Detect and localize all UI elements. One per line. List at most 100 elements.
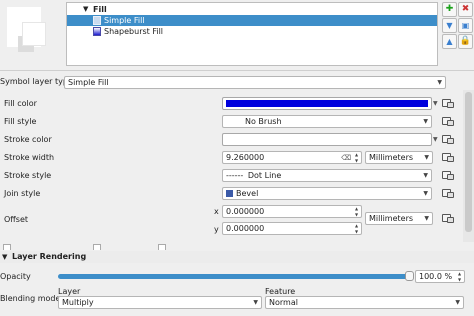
offset-y-label: y (214, 225, 219, 234)
chevron-down-icon: ▼ (437, 79, 442, 86)
tree-root-fill[interactable]: ▼ Fill (67, 4, 437, 15)
chevron-down-icon: ▼ (424, 154, 429, 161)
offset-y-spinbox[interactable]: 0.000000 ▲ ▼ (222, 222, 362, 235)
spin-value: 0.000000 (226, 224, 265, 233)
feature-blending-combo[interactable]: Normal ▼ (265, 296, 464, 309)
stroke-style-combo[interactable]: ------ Dot Line ▼ (222, 169, 432, 182)
properties-scrollbar[interactable] (463, 90, 474, 242)
divider (0, 70, 474, 71)
chevron-down-icon: ▼ (253, 299, 258, 306)
chevron-down-icon[interactable]: ▼ (433, 100, 438, 107)
data-defined-override-icon[interactable] (442, 213, 455, 224)
offset-unit-combo[interactable]: Millimeters ▼ (365, 212, 433, 225)
opacity-slider-handle[interactable] (405, 271, 414, 281)
arrow-down-icon: ▼ (446, 21, 453, 30)
chevron-down-icon: ▼ (423, 190, 428, 197)
duplicate-icon: ▣ (461, 21, 470, 30)
layer-blend-label: Layer (58, 287, 81, 296)
data-defined-override-icon[interactable] (442, 116, 455, 127)
combo-value: Millimeters (369, 214, 414, 223)
stroke-width-label: Stroke width (4, 153, 55, 162)
simple-fill-icon (93, 16, 101, 25)
spin-arrows-icon[interactable]: ▲ ▼ (353, 152, 360, 163)
move-down-button[interactable]: ▼ (442, 18, 457, 33)
combo-value: Multiply (62, 298, 94, 307)
duplicate-layer-button[interactable]: ▣ (458, 18, 473, 33)
remove-icon: ✖ (461, 4, 470, 14)
combo-value: No Brush (245, 117, 282, 126)
spin-value: 100.0 % (419, 272, 453, 281)
stroke-width-unit-combo[interactable]: Millimeters ▼ (365, 151, 433, 164)
spin-arrows-icon[interactable]: ▲ ▼ (353, 206, 360, 217)
stroke-style-label: Stroke style (4, 171, 52, 180)
fill-style-combo[interactable]: No Brush ▼ (222, 115, 432, 128)
symbol-layer-type-combo[interactable]: Simple Fill ▼ (64, 76, 446, 89)
join-style-combo[interactable]: Bevel ▼ (222, 187, 432, 200)
move-up-button[interactable]: ▲ (442, 34, 457, 49)
tree-item-simple-fill[interactable]: Simple Fill (67, 15, 437, 26)
opacity-spinbox[interactable]: 100.0 % ▲ ▼ (415, 270, 465, 283)
symbol-preview (0, 0, 64, 64)
data-defined-override-icon[interactable] (442, 98, 455, 109)
tree-item-label: Simple Fill (104, 16, 145, 25)
symbol-layer-tree[interactable]: ▼ Fill Simple Fill Shapeburst Fill (66, 2, 438, 66)
offset-x-spinbox[interactable]: 0.000000 ▲ ▼ (222, 205, 362, 218)
stroke-color-label: Stroke color (4, 135, 52, 144)
preview-symbol (22, 22, 46, 46)
fill-color-swatch (226, 100, 428, 107)
blending-mode-label: Blending mode (0, 294, 61, 303)
stroke-style-preview: ------ (226, 171, 244, 180)
stroke-color-button[interactable] (222, 133, 432, 146)
chevron-down-icon: ▼ (424, 215, 429, 222)
offset-x-label: x (214, 207, 219, 216)
remove-layer-button[interactable]: ✖ (458, 2, 473, 17)
checkbox[interactable] (93, 244, 101, 250)
clear-icon[interactable]: ⌫ (341, 153, 351, 164)
join-style-label: Join style (4, 189, 41, 198)
partially-visible-row (0, 242, 474, 250)
lock-layer-button[interactable]: 🔒 (458, 34, 473, 49)
combo-value: Dot Line (247, 171, 282, 180)
spin-arrows-icon[interactable]: ▲ ▼ (353, 223, 360, 234)
plus-icon: ✚ (445, 4, 454, 14)
fill-style-label: Fill style (4, 117, 37, 126)
layer-blending-combo[interactable]: Multiply ▼ (58, 296, 262, 309)
checkbox[interactable] (158, 244, 166, 250)
offset-label: Offset (4, 215, 29, 224)
collapse-arrow-icon[interactable]: ▼ (2, 253, 7, 261)
lock-icon: 🔒 (459, 36, 472, 46)
fill-color-button[interactable] (222, 97, 432, 110)
tree-item-label: Shapeburst Fill (104, 27, 164, 36)
spin-value: 0.000000 (226, 207, 265, 216)
opacity-label: Opacity (0, 272, 31, 281)
combo-value: Bevel (236, 189, 259, 198)
data-defined-override-icon[interactable] (442, 170, 455, 181)
shapeburst-fill-icon (93, 27, 101, 36)
chevron-down-icon[interactable]: ▼ (433, 136, 438, 143)
data-defined-override-icon[interactable] (442, 134, 455, 145)
symbol-layer-type-label: Symbol layer type (0, 77, 73, 86)
combo-value: Normal (269, 298, 298, 307)
add-layer-button[interactable]: ✚ (442, 2, 457, 17)
layer-rendering-title: Layer Rendering (12, 252, 87, 261)
checkbox[interactable] (3, 244, 11, 250)
spin-value: 9.260000 (226, 153, 265, 162)
combo-value: Millimeters (369, 153, 414, 162)
layer-rendering-header[interactable]: ▼ Layer Rendering (0, 251, 474, 263)
data-defined-override-icon[interactable] (442, 152, 455, 163)
data-defined-override-icon[interactable] (442, 188, 455, 199)
tree-root-label: Fill (93, 5, 107, 14)
bevel-join-icon (226, 190, 233, 197)
feature-blend-label: Feature (265, 287, 296, 296)
arrow-up-icon: ▲ (446, 37, 453, 46)
scrollbar-thumb[interactable] (465, 92, 472, 232)
collapse-arrow-icon[interactable]: ▼ (83, 4, 88, 15)
stroke-width-spinbox[interactable]: 9.260000 ⌫ ▲ ▼ (222, 151, 362, 164)
chevron-down-icon: ▼ (423, 172, 428, 179)
tree-item-shapeburst-fill[interactable]: Shapeburst Fill (67, 26, 437, 37)
opacity-slider[interactable] (58, 274, 412, 279)
fill-color-label: Fill color (4, 99, 37, 108)
combo-value: Simple Fill (68, 78, 109, 87)
spin-arrows-icon[interactable]: ▲ ▼ (456, 271, 463, 282)
chevron-down-icon: ▼ (455, 299, 460, 306)
